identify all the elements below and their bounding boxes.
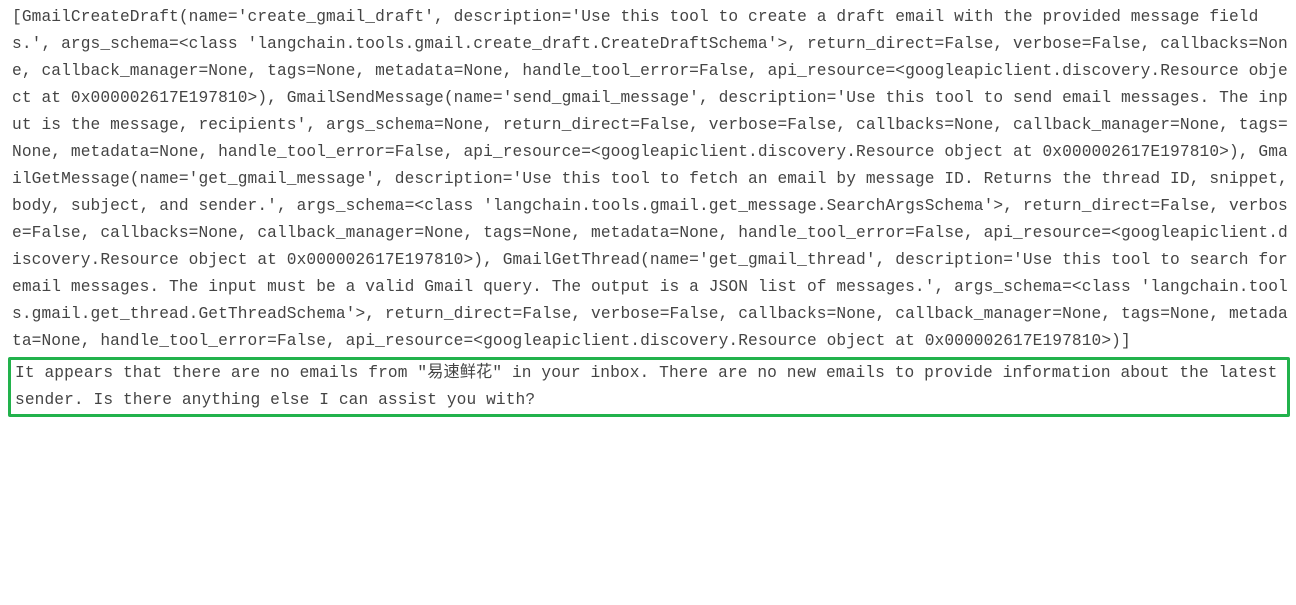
terminal-output-response-highlight: It appears that there are no emails from… [8, 357, 1290, 417]
terminal-output-tools: [GmailCreateDraft(name='create_gmail_dra… [0, 0, 1296, 357]
terminal-output-response: It appears that there are no emails from… [13, 360, 1285, 414]
